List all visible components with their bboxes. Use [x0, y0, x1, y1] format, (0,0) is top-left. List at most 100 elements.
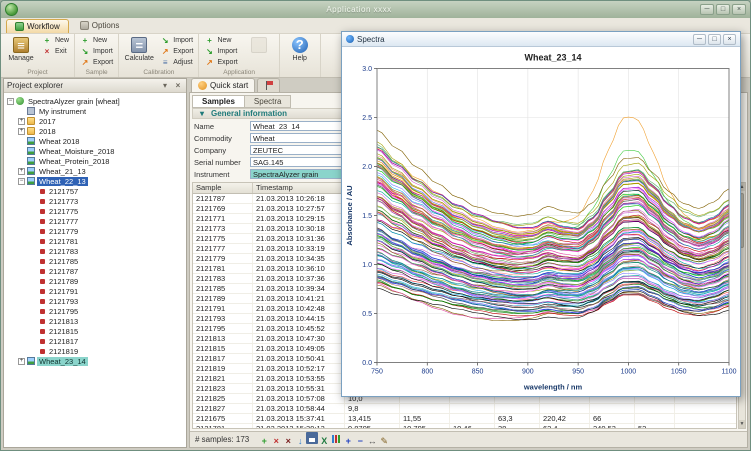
ribbon-group-sample: NewImportExportSample — [75, 34, 119, 77]
import-icon — [160, 36, 170, 46]
navigate-icon[interactable] — [366, 435, 378, 447]
app-icon — [27, 357, 35, 365]
tab-quick-start[interactable]: Quick start — [191, 78, 255, 92]
pin-icon[interactable] — [160, 81, 170, 91]
tree-plus-icon[interactable]: + — [18, 168, 25, 175]
table-row[interactable]: 212178121.03.2013 15:39:139,870510,79510… — [193, 424, 736, 429]
tree-item-2121777[interactable]: 2121777 — [4, 216, 186, 226]
scroll-down-icon[interactable]: ▼ — [739, 420, 745, 428]
tree-item-2121791[interactable]: 2121791 — [4, 286, 186, 296]
tree-item-wheat-protein-2018[interactable]: Wheat_Protein_2018 — [4, 156, 186, 166]
app-logo-icon[interactable] — [5, 3, 18, 16]
tree-item-wheat-moisture-2018[interactable]: Wheat_Moisture_2018 — [4, 146, 186, 156]
application-new-button[interactable]: New — [202, 35, 239, 46]
tree-item-2121785[interactable]: 2121785 — [4, 256, 186, 266]
maximize-button[interactable] — [716, 4, 730, 15]
spectra-maximize-button[interactable] — [708, 34, 721, 45]
tab-flag[interactable] — [257, 78, 280, 92]
tree-minus-icon[interactable]: − — [7, 98, 14, 105]
tree-item-wheat-2018[interactable]: Wheat 2018 — [4, 136, 186, 146]
calibration-export-button[interactable]: Export — [158, 46, 195, 57]
spectra-close-button[interactable] — [723, 34, 736, 45]
ribbon-tab-label: Workflow — [27, 22, 60, 31]
sample-export-button[interactable]: Export — [78, 57, 115, 68]
collapse-chevron-icon[interactable] — [197, 109, 207, 119]
tree-item-2121775[interactable]: 2121775 — [4, 206, 186, 216]
spectra-window[interactable]: Spectra 7508008509009501000105011000.00.… — [341, 31, 741, 397]
project-manage-button[interactable]: Manage — [4, 35, 38, 64]
folder-icon — [27, 127, 35, 135]
calibration-adjust-button[interactable]: Adjust — [158, 57, 195, 68]
spectra-window-titlebar[interactable]: Spectra — [342, 32, 740, 47]
import-icon — [204, 47, 214, 57]
table-row[interactable]: 212182721.03.2013 10:58:449,8 — [193, 404, 736, 414]
application-export-button[interactable]: Export — [202, 57, 239, 68]
column-header-timestamp[interactable]: Timestamp — [253, 183, 345, 193]
ribbon-group-calibration: CalculateImportExportAdjustCalibration — [119, 34, 199, 77]
export-icon — [160, 47, 170, 57]
tree-item-2121773[interactable]: 2121773 — [4, 196, 186, 206]
tree-item-2121819[interactable]: 2121819 — [4, 346, 186, 356]
excel-icon[interactable] — [318, 435, 330, 447]
tree-item-2121787[interactable]: 2121787 — [4, 266, 186, 276]
tree-item-wheat-21-13[interactable]: +Wheat_21_13 — [4, 166, 186, 176]
tree-item-2121779[interactable]: 2121779 — [4, 226, 186, 236]
help-help-button[interactable]: Help — [283, 35, 317, 64]
chart-icon[interactable] — [330, 432, 342, 444]
spectra-minimize-button[interactable] — [693, 34, 706, 45]
tree-item-2121793[interactable]: 2121793 — [4, 296, 186, 306]
tree-item-2121783[interactable]: 2121783 — [4, 246, 186, 256]
application-import-button[interactable]: Import — [202, 46, 239, 57]
tree-minus-icon[interactable]: − — [18, 178, 25, 185]
zoom-out-icon[interactable] — [354, 435, 366, 447]
tree-item-wheat-22-13[interactable]: −Wheat_22_13 — [4, 176, 186, 186]
add-icon[interactable] — [258, 435, 270, 447]
y-tick-label: 0.5 — [362, 311, 372, 318]
titlebar[interactable]: Application xxxx — [1, 1, 750, 18]
delete-icon[interactable] — [270, 435, 282, 447]
edit-icon[interactable] — [378, 435, 390, 447]
project-exit-button[interactable]: Exit — [40, 46, 71, 57]
tree-item-wheat-23-14[interactable]: +Wheat_23_14 — [4, 356, 186, 366]
ribbon-tab-options[interactable]: Options — [71, 18, 129, 33]
ribbon-group-application: NewImportExportApplication — [199, 34, 279, 77]
minimize-button[interactable] — [700, 4, 714, 15]
calibration-calculate-button[interactable]: Calculate — [122, 35, 156, 64]
tree-item-2121795[interactable]: 2121795 — [4, 306, 186, 316]
tree-item-2121789[interactable]: 2121789 — [4, 276, 186, 286]
tree-item-2121813[interactable]: 2121813 — [4, 316, 186, 326]
panel-close-icon[interactable] — [173, 81, 183, 91]
tree-item-2018[interactable]: +2018 — [4, 126, 186, 136]
project-new-button[interactable]: New — [40, 35, 71, 46]
tree-plus-icon[interactable]: + — [18, 128, 25, 135]
sample-icon — [40, 269, 45, 274]
x-tick-label: 950 — [572, 369, 584, 376]
new-icon — [42, 36, 52, 46]
tab-spectra[interactable]: Spectra — [245, 95, 292, 108]
tree-item-my-instrument[interactable]: My instrument — [4, 106, 186, 116]
close-button[interactable] — [732, 4, 746, 15]
sample-new-button[interactable]: New — [78, 35, 115, 46]
tree-item-2017[interactable]: +2017 — [4, 116, 186, 126]
tree-item-2121815[interactable]: 2121815 — [4, 326, 186, 336]
ribbon-tab-workflow[interactable]: Workflow — [6, 19, 69, 33]
tree-item-2121757[interactable]: 2121757 — [4, 186, 186, 196]
save-icon[interactable] — [306, 432, 318, 444]
tab-samples[interactable]: Samples — [192, 95, 245, 108]
zoom-in-icon[interactable] — [342, 435, 354, 447]
tree-plus-icon[interactable]: + — [18, 358, 25, 365]
tree-item-2121817[interactable]: 2121817 — [4, 336, 186, 346]
table-row[interactable]: 212167521.03.2013 15:37:4113,41511,5563,… — [193, 414, 736, 424]
sample-icon — [40, 349, 45, 354]
tree-plus-icon[interactable]: + — [18, 118, 25, 125]
sample-icon — [40, 319, 45, 324]
import-icon[interactable] — [294, 435, 306, 447]
sample-icon — [40, 259, 45, 264]
tree-item-spectraalyzer-grain-wheat[interactable]: −SpectraAlyzer grain [wheat] — [4, 96, 186, 106]
tree-item-2121781[interactable]: 2121781 — [4, 236, 186, 246]
calibration-import-button[interactable]: Import — [158, 35, 195, 46]
clear-icon[interactable] — [282, 435, 294, 447]
sample-import-button[interactable]: Import — [78, 46, 115, 57]
project-explorer-title: Project explorer — [7, 81, 63, 90]
column-header-sample[interactable]: Sample — [193, 183, 253, 193]
